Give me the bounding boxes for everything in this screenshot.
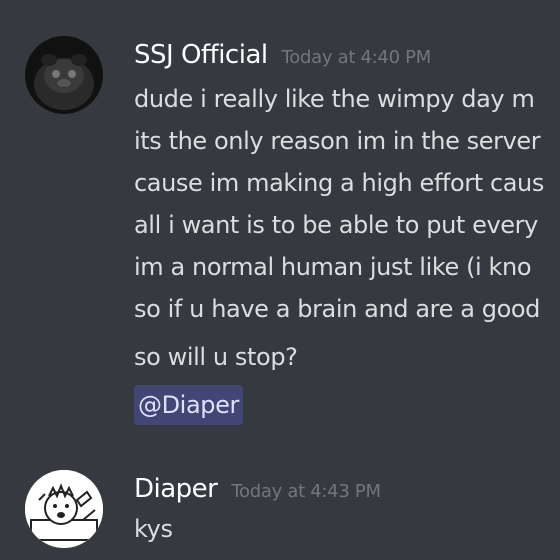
author-name[interactable]: SSJ Official <box>134 40 268 70</box>
message-header: SSJ Official Today at 4:40 PM <box>134 40 431 70</box>
message-line: dude i really like the wimpy day m <box>134 85 535 113</box>
dark-character-avatar-icon[interactable] <box>25 36 103 114</box>
message-line: its the only reason im in the server <box>134 127 541 155</box>
author-name[interactable]: Diaper <box>134 474 218 504</box>
user-mention[interactable]: @Diaper <box>134 385 243 425</box>
message-line: so if u have a brain and are a good <box>134 295 540 323</box>
message-header: Diaper Today at 4:43 PM <box>134 474 381 504</box>
message-line: all i want is to be able to put every <box>134 211 538 239</box>
sketch-character-avatar-icon[interactable] <box>25 470 103 548</box>
message-line: cause im making a high effort caus <box>134 169 544 197</box>
timestamp[interactable]: Today at 4:43 PM <box>231 481 381 502</box>
message-line: im a normal human just like (i kno <box>134 253 532 281</box>
timestamp[interactable]: Today at 4:40 PM <box>282 47 432 68</box>
message-line: kys <box>134 515 173 543</box>
message-line: so will u stop? <box>134 343 298 371</box>
